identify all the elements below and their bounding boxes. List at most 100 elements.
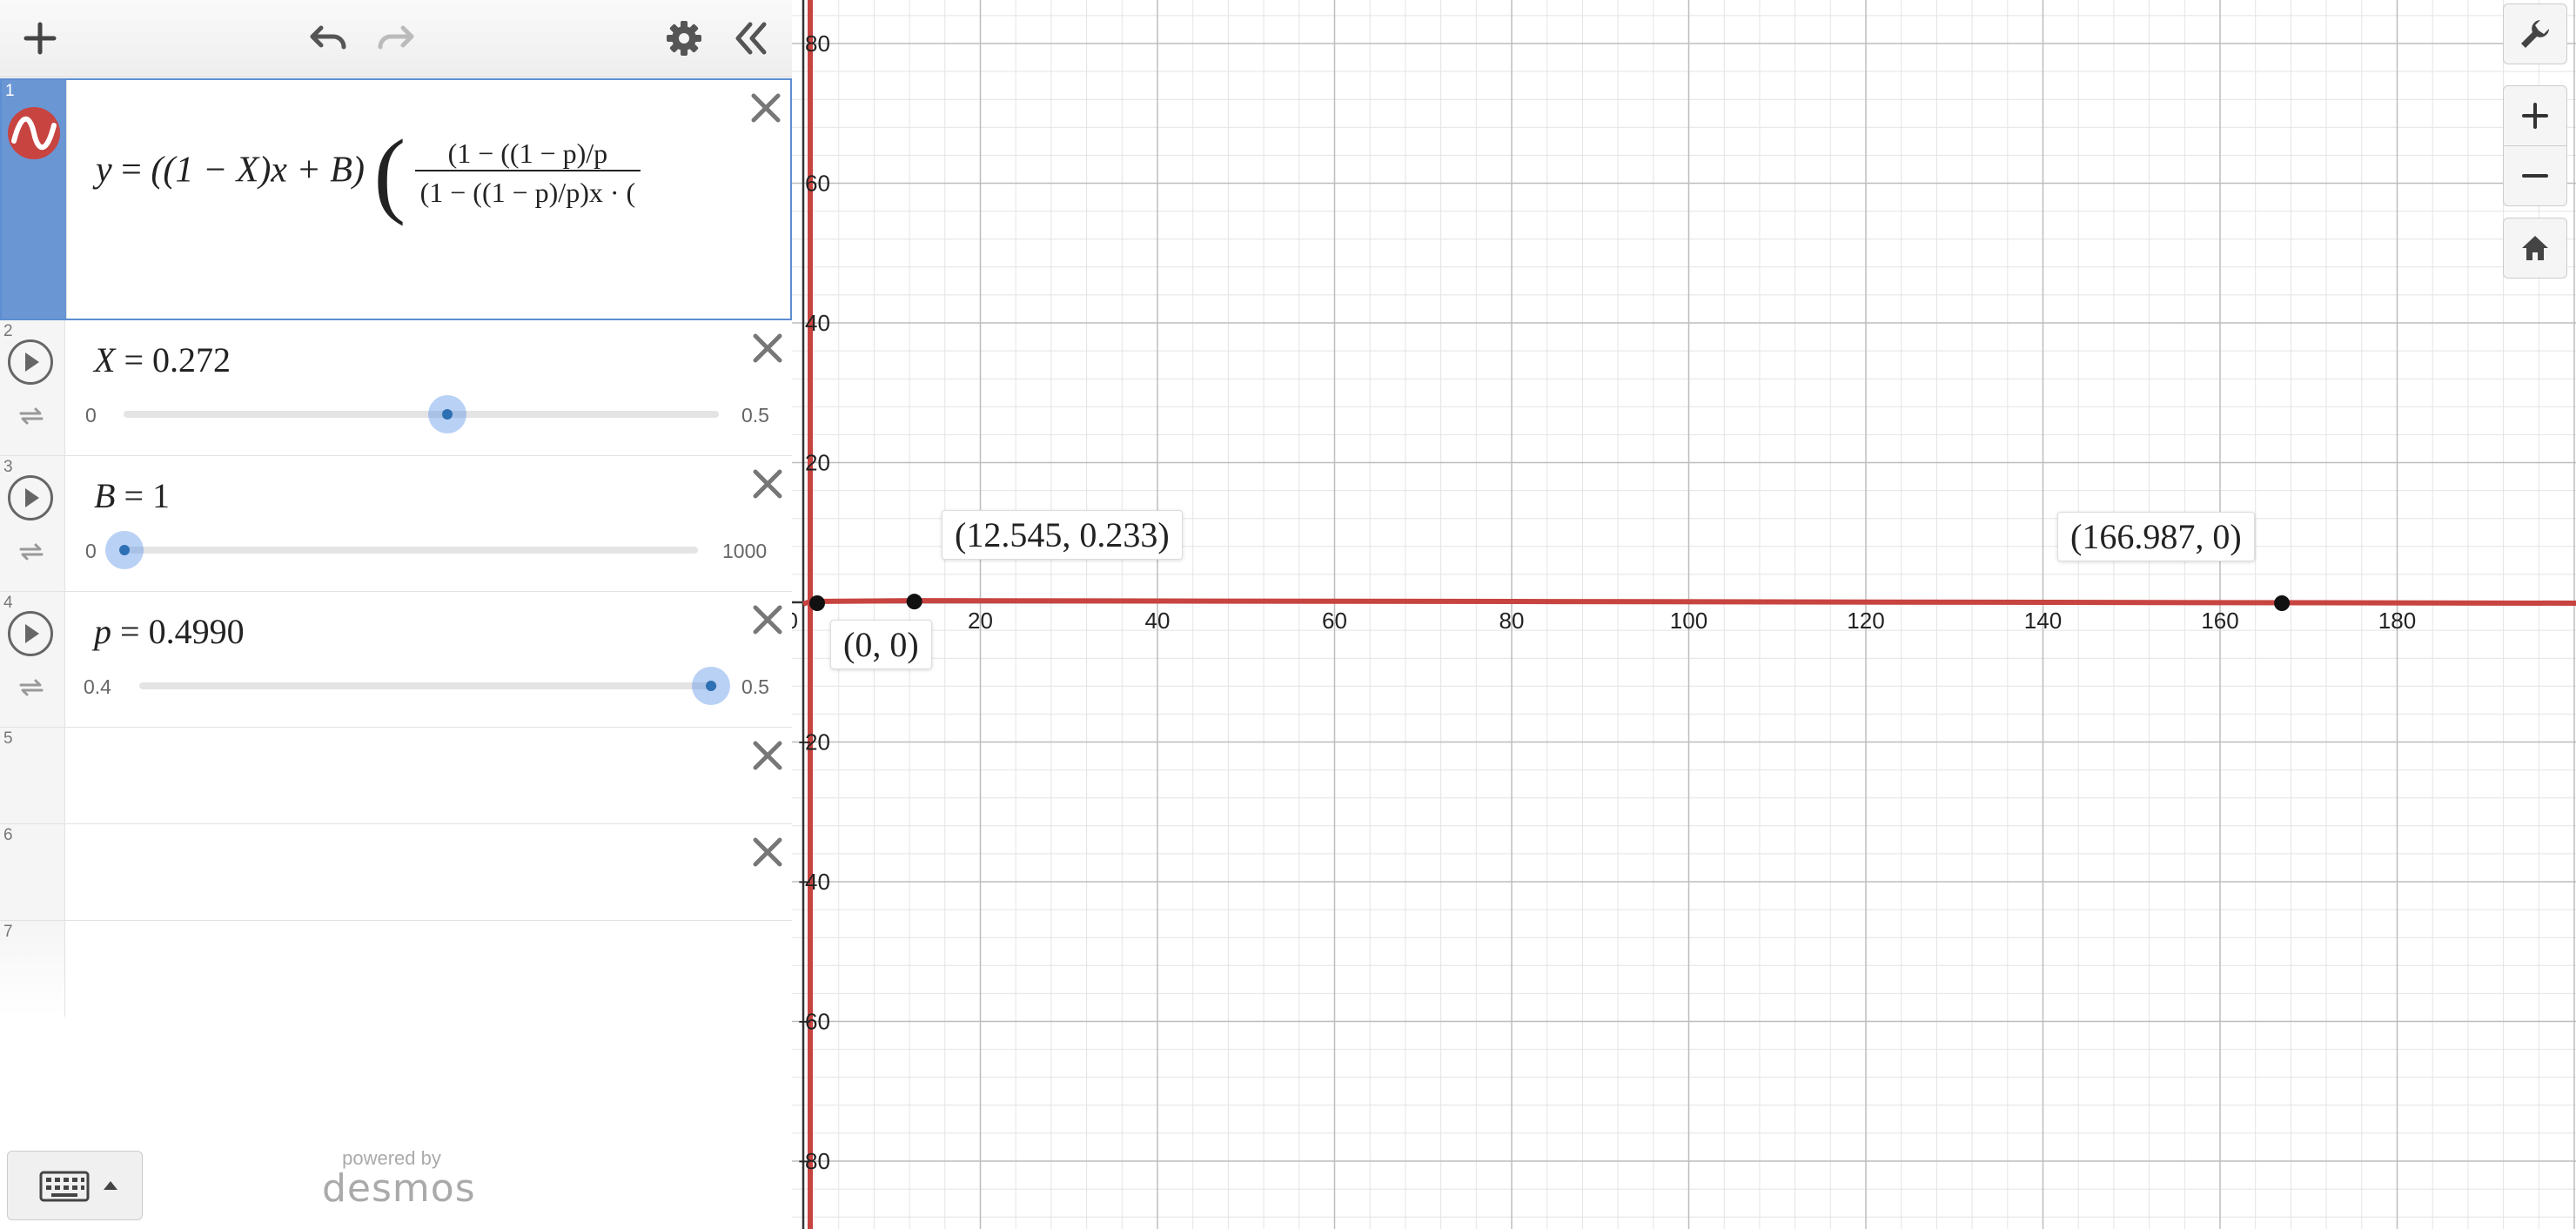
slider-min[interactable]: 0 xyxy=(85,540,97,563)
slider-equation[interactable]: B = 1 xyxy=(94,475,170,516)
zoom-out-button[interactable] xyxy=(2503,145,2567,206)
slider-variable: X xyxy=(94,340,116,379)
x-tick-label: 20 xyxy=(968,608,993,634)
point-label[interactable]: (12.545, 0.233) xyxy=(942,510,1183,560)
delete-expression-button[interactable] xyxy=(752,468,783,500)
y-tick-label: 40 xyxy=(805,310,830,336)
close-icon xyxy=(753,837,782,867)
slider-track[interactable] xyxy=(139,682,717,689)
plus-icon xyxy=(2522,103,2548,129)
play-slider-button[interactable] xyxy=(8,611,53,656)
desmos-logo-text: desmos xyxy=(322,1166,476,1211)
gear-icon xyxy=(667,21,701,56)
add-expression-button[interactable] xyxy=(14,12,66,64)
slider-min[interactable]: 0.4 xyxy=(84,675,111,699)
undo-icon xyxy=(310,25,346,50)
powered-by-desmos[interactable]: powered by desmos xyxy=(322,1147,476,1211)
redo-button[interactable] xyxy=(369,12,421,64)
y-tick-label: 60 xyxy=(805,171,830,197)
slider-track[interactable] xyxy=(124,547,698,554)
point-marker xyxy=(2274,595,2291,611)
expression-row-2[interactable]: 2 X = 0.272 0 0.5 xyxy=(0,320,792,456)
delete-expression-button[interactable] xyxy=(750,92,782,124)
expression-index: 5 xyxy=(3,729,13,748)
formula-expression[interactable]: y = ((1 − X)x + B) ( (1 − ((1 − p)/p (1 … xyxy=(96,125,641,221)
play-slider-button[interactable] xyxy=(8,339,53,385)
slider-equation[interactable]: X = 0.272 xyxy=(94,339,231,380)
formula-lhs: y xyxy=(96,150,112,191)
loop-icon[interactable] xyxy=(17,541,45,562)
slider-variable: B xyxy=(94,476,116,515)
minus-icon xyxy=(2522,174,2548,178)
play-icon xyxy=(25,353,39,372)
formula-prefix: ((1 − X)x + B) xyxy=(151,150,365,191)
point-marker xyxy=(809,595,825,611)
zoom-in-button[interactable] xyxy=(2503,85,2567,146)
point-label[interactable]: (166.987, 0) xyxy=(2057,512,2255,561)
undo-button[interactable] xyxy=(303,12,355,64)
x-tick-label: 0 xyxy=(792,608,798,634)
graph-canvas[interactable]: 02040608010012014016018080604020−20−40−6… xyxy=(792,0,2576,1229)
slider-track[interactable] xyxy=(124,411,719,418)
graph-paper[interactable]: 02040608010012014016018080604020−20−40−6… xyxy=(792,0,2576,1229)
home-icon xyxy=(2522,236,2548,260)
slider-value: 0.272 xyxy=(152,340,231,379)
expression-gutter: 5 xyxy=(0,728,65,823)
delete-expression-button[interactable] xyxy=(752,332,783,364)
point-marker xyxy=(906,594,922,610)
keyboard-toggle-button[interactable] xyxy=(7,1151,143,1220)
loop-icon[interactable] xyxy=(17,677,45,698)
x-tick-label: 100 xyxy=(1670,608,1707,634)
loop-icon[interactable] xyxy=(17,406,45,426)
expression-panel: 1 y = ((1 − X)x + B) ( (1 − ((1 − p)/p (… xyxy=(0,0,792,1229)
y-tick-label: 60 xyxy=(805,1009,830,1035)
slider-max[interactable]: 0.5 xyxy=(741,675,769,699)
curve-line xyxy=(802,598,2576,607)
slider-max[interactable]: 0.5 xyxy=(741,404,769,427)
slider-value: 1 xyxy=(152,476,170,515)
delete-expression-button[interactable] xyxy=(752,604,783,635)
expression-row-6[interactable]: 6 xyxy=(0,824,792,921)
formula-numerator: (1 − ((1 − p)/p xyxy=(447,138,608,169)
default-viewport-button[interactable] xyxy=(2503,218,2567,279)
expression-index: 3 xyxy=(3,458,13,476)
close-icon xyxy=(753,333,782,363)
close-icon xyxy=(751,93,781,123)
expression-index: 2 xyxy=(3,322,13,340)
slider-knob[interactable] xyxy=(428,395,467,433)
close-icon xyxy=(753,741,782,770)
delete-expression-button[interactable] xyxy=(752,836,783,868)
expression-row-3[interactable]: 3 B = 1 0 1000 xyxy=(0,456,792,592)
graph-settings-button[interactable] xyxy=(2503,3,2567,64)
delete-expression-button[interactable] xyxy=(752,740,783,771)
play-slider-button[interactable] xyxy=(8,475,53,520)
expression-gutter: 3 xyxy=(0,456,65,591)
slider-knob[interactable] xyxy=(104,531,144,569)
y-tick-label: 80 xyxy=(805,1148,830,1174)
expression-index: 7 xyxy=(3,923,13,941)
slider-max[interactable]: 1000 xyxy=(722,540,767,563)
expression-row-5[interactable]: 5 xyxy=(0,728,792,824)
expression-row-1[interactable]: 1 y = ((1 − X)x + B) ( (1 − ((1 − p)/p (… xyxy=(0,78,792,320)
expression-row-4[interactable]: 4 p = 0.4990 0.4 0.5 xyxy=(0,592,792,728)
expression-index: 1 xyxy=(5,82,15,100)
slider-min[interactable]: 0 xyxy=(85,404,97,427)
slider-equation[interactable]: p = 0.4990 xyxy=(94,611,245,652)
collapse-panel-button[interactable] xyxy=(724,12,776,64)
graph-color-icon[interactable] xyxy=(7,106,61,160)
redo-icon xyxy=(378,25,414,50)
x-tick-label: 60 xyxy=(1322,608,1347,634)
expression-row-7[interactable]: 7 xyxy=(0,921,792,1017)
point-label[interactable]: (0, 0) xyxy=(830,620,932,669)
x-tick-label: 40 xyxy=(1145,608,1171,634)
play-icon xyxy=(25,624,39,643)
slider-knob[interactable] xyxy=(692,667,731,705)
expression-index: 4 xyxy=(3,594,13,612)
y-tick-label: 80 xyxy=(805,30,830,57)
expression-toolbar xyxy=(0,0,792,77)
expression-gutter: 1 xyxy=(2,80,67,319)
big-paren: ( xyxy=(373,120,406,226)
settings-button[interactable] xyxy=(658,12,710,64)
x-tick-label: 120 xyxy=(1847,608,1884,634)
close-icon xyxy=(753,605,782,635)
